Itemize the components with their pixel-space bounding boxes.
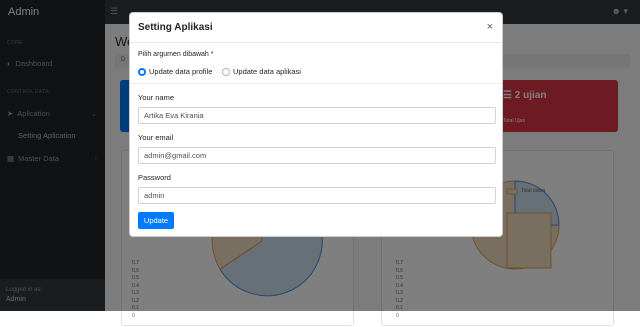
radio-unchecked-icon[interactable] bbox=[222, 67, 230, 76]
radio-update-aplikasi[interactable]: Update data aplikasi bbox=[222, 67, 301, 76]
choice-label: Pilih argumen dibawah * bbox=[138, 51, 214, 58]
radio-checked-icon[interactable] bbox=[138, 67, 146, 76]
radio-label: Update data aplikasi bbox=[233, 67, 301, 76]
modal-title: Setting Aplikasi bbox=[138, 22, 213, 33]
radio-update-profile[interactable]: Update data profile bbox=[138, 67, 212, 76]
settings-modal: Setting Aplikasi × Pilih argumen dibawah… bbox=[129, 12, 503, 237]
name-label: Your name bbox=[138, 93, 174, 102]
radio-label: Update data profile bbox=[149, 67, 213, 76]
email-label: Your email bbox=[138, 133, 174, 142]
divider bbox=[130, 83, 502, 84]
password-field[interactable]: admin bbox=[138, 187, 496, 204]
name-field[interactable]: Artika Eva Kirania bbox=[138, 107, 496, 124]
update-button[interactable]: Update bbox=[138, 212, 174, 229]
email-field[interactable]: admin@gmail.com bbox=[138, 147, 496, 164]
modal-header: Setting Aplikasi × bbox=[130, 13, 502, 43]
close-icon[interactable]: × bbox=[487, 21, 493, 33]
password-label: Password bbox=[138, 173, 171, 182]
